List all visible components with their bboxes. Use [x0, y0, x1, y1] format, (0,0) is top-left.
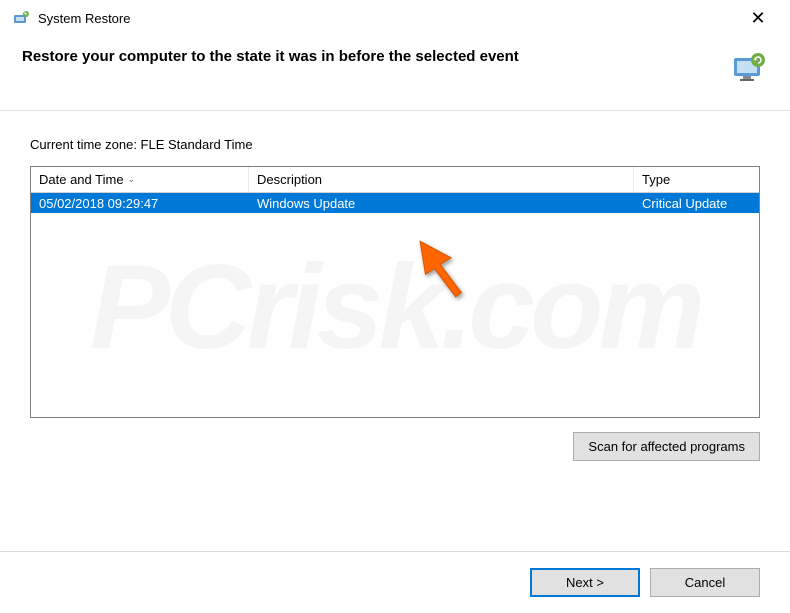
sort-descending-icon: ⌄: [128, 174, 136, 185]
timezone-label: Current time zone: FLE Standard Time: [30, 137, 760, 152]
cell-description: Windows Update: [249, 193, 634, 213]
restore-points-table: Date and Time ⌄ Description Type 05/02/2…: [30, 166, 760, 418]
restore-monitor-icon: [730, 48, 768, 86]
column-header-description[interactable]: Description: [249, 167, 634, 192]
content-area: Current time zone: FLE Standard Time Dat…: [0, 111, 790, 473]
column-date-label: Date and Time: [39, 172, 124, 187]
header-section: Restore your computer to the state it wa…: [0, 36, 790, 110]
instruction-text: Restore your computer to the state it wa…: [22, 48, 730, 65]
cell-type: Critical Update: [634, 193, 759, 213]
scan-affected-programs-button[interactable]: Scan for affected programs: [573, 432, 760, 461]
titlebar: System Restore ✕: [0, 0, 790, 36]
cell-date: 05/02/2018 09:29:47: [31, 193, 249, 213]
cancel-button[interactable]: Cancel: [650, 568, 760, 597]
next-button[interactable]: Next >: [530, 568, 640, 597]
column-description-label: Description: [257, 172, 322, 187]
column-header-date[interactable]: Date and Time ⌄: [31, 167, 249, 192]
column-header-type[interactable]: Type: [634, 167, 759, 192]
scan-button-row: Scan for affected programs: [30, 432, 760, 461]
table-header: Date and Time ⌄ Description Type: [31, 167, 759, 193]
window-title: System Restore: [38, 11, 738, 26]
system-restore-icon: [12, 9, 30, 27]
column-type-label: Type: [642, 172, 670, 187]
footer-buttons: Next > Cancel: [0, 551, 790, 613]
close-button[interactable]: ✕: [738, 8, 778, 29]
table-row[interactable]: 05/02/2018 09:29:47 Windows Update Criti…: [31, 193, 759, 213]
